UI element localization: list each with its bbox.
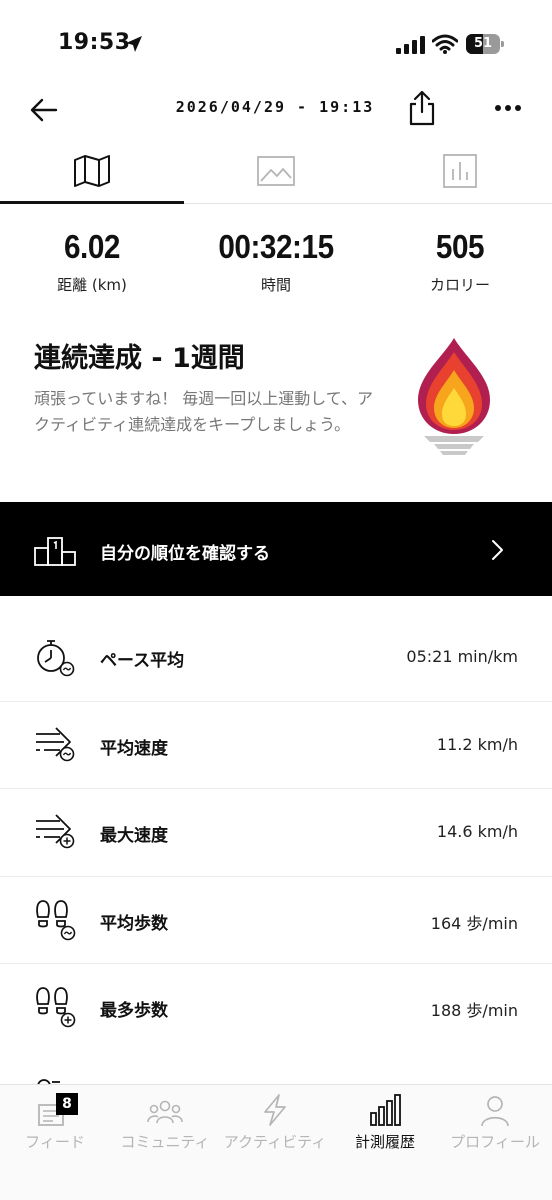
bottom-tab-feed[interactable]: 8 フィード [0,1085,110,1165]
metric-label: 最大速度 [100,826,168,846]
share-icon[interactable] [406,90,438,126]
metrics-list: ペース平均 05:21 min/km 平均速度 11.2 km/h 最大速度 1… [0,614,552,1052]
battery-icon: 51 [466,34,504,54]
battery-tip [501,41,504,47]
tab-photos[interactable] [184,150,368,203]
bottom-tab-label: フィード [25,1133,85,1151]
stat-value: 505 [435,228,485,265]
metric-label: 最多歩数 [100,1001,168,1021]
podium-icon [34,537,76,566]
cellular-signal-icon [396,36,425,54]
ranking-banner[interactable]: 自分の順位を確認する [0,502,552,596]
profile-icon [481,1096,509,1127]
bottom-tab-community[interactable]: コミュニティ [110,1085,220,1165]
wifi-icon [432,34,458,54]
metric-value: 164 歩/min [430,913,518,933]
activity-stats: 6.02 距離 (km) 00:32:15 時間 505 カロリー [0,228,552,308]
bottom-tab-profile[interactable]: プロフィール [440,1085,550,1165]
battery-level: 51 [473,36,493,51]
history-bars-icon [370,1094,401,1126]
streak-card: 連続達成 - 1週間 頑張っていますね！ 毎週一回以上運動して、アクティビティ連… [0,336,552,476]
stopwatch-avg-icon [37,640,75,677]
metric-value: 14.6 km/h [436,822,518,841]
stat-duration: 00:32:15 時間 [184,228,368,295]
bottom-tab-label: アクティビティ [223,1133,327,1151]
metric-row-max-cadence: 最多歩数 188 歩/min [0,964,552,1052]
tab-charts[interactable] [368,150,552,203]
photo-icon [257,156,295,186]
lightning-icon [264,1094,286,1126]
bottom-tab-label: コミュニティ [120,1133,210,1151]
stat-label: 距離 (km) [57,276,127,294]
map-icon [74,155,110,187]
stat-label: 時間 [260,276,291,294]
chevron-right-icon [492,540,503,560]
community-icon [147,1100,183,1124]
more-dots-icon[interactable] [494,96,522,120]
streak-title: 連続達成 - 1週間 [34,343,245,374]
metric-value: 188 歩/min [430,1001,518,1020]
stat-value: 00:32:15 [218,228,334,265]
back-arrow-icon[interactable] [28,94,60,126]
tab-map[interactable] [0,150,184,204]
metric-label: ペース平均 [100,651,185,671]
bottom-tab-history[interactable]: 計測履歴 [330,1085,440,1165]
stat-value: 6.02 [63,228,120,265]
location-arrow-icon [126,36,142,52]
streak-description: 頑張っていますね！ 毎週一回以上運動して、アクティビティ連続達成をキープしましょ… [34,389,374,434]
chart-icon [443,154,477,188]
metric-row-avg-speed: 平均速度 11.2 km/h [0,702,552,789]
metric-row-max-speed: 最大速度 14.6 km/h [0,789,552,877]
flame-torch-icon [418,338,490,455]
metric-value: 05:21 min/km [406,647,518,666]
metric-row-avg-cadence: 平均歩数 164 歩/min [0,877,552,964]
status-time: 19:53 [58,30,131,55]
stat-label: カロリー [429,276,490,294]
footsteps-max-icon [36,987,76,1028]
footsteps-avg-icon [36,899,76,940]
metric-label: 平均歩数 [100,913,168,934]
speed-avg-icon [36,726,75,761]
bottom-tab-label: 計測履歴 [354,1133,415,1151]
view-tabs [0,150,552,204]
bottom-tab-bar: 8 フィード コミュニティ アクティビティ 計測履歴 プロフィール [0,1084,552,1200]
feed-badge: 8 [56,1093,78,1115]
stat-distance: 6.02 距離 (km) [0,228,184,295]
metric-value: 11.2 km/h [436,734,518,754]
ranking-label: 自分の順位を確認する [100,544,270,564]
metric-row-pace: ペース平均 05:21 min/km [0,614,552,702]
activity-datetime: 2026/04/29 - 19:13 [175,98,375,116]
nav-bar: 2026/04/29 - 19:13 [0,88,552,132]
status-bar: 19:53 51 [0,0,552,88]
metric-label: 平均速度 [100,738,168,759]
speed-max-icon [36,814,75,849]
stat-calories: 505 カロリー [368,228,552,295]
bottom-tab-activity[interactable]: アクティビティ [220,1085,330,1165]
bottom-tab-label: プロフィール [450,1133,540,1151]
